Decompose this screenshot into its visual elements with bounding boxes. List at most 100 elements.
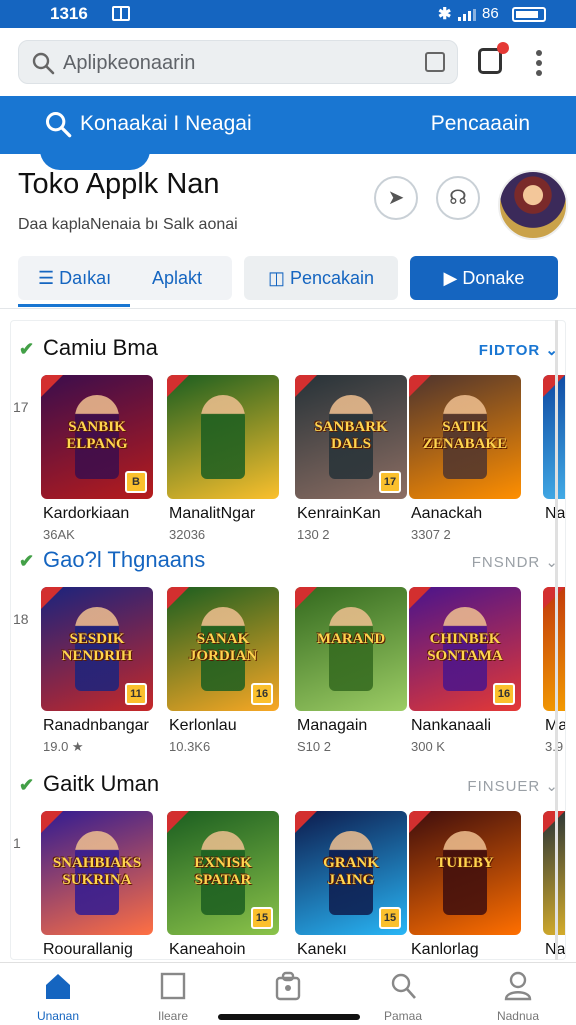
app-card[interactable]: GRANK JAING 15 Kanekı (295, 811, 407, 959)
app-thumbnail[interactable]: SANBARK DALS 17 (295, 375, 407, 499)
app-name: Roourallanig (43, 941, 133, 958)
app-card[interactable]: SESDIK NENDRIH 11 Ranadnbangar 19.0 ★ (41, 587, 153, 757)
app-card[interactable]: SATIK ZENABAKE Aanackah 3307 2 (409, 375, 521, 545)
nav-item-home[interactable]: Unanan (8, 963, 108, 1025)
tab-pencakain-label: Pencakain (289, 268, 375, 288)
page-subtitle: Daa kaplaNenaia bı Salk aonai (18, 216, 238, 233)
app-thumbnail[interactable]: SNAHBIAKS SUKRINA (41, 811, 153, 935)
nav-label: Nadnua (496, 1009, 540, 1023)
status-time: 1316 (50, 4, 88, 23)
thumbnail-title: EXNISK SPATAR (194, 855, 252, 888)
nav-item-profile[interactable]: Nadnua (468, 963, 568, 1025)
app-thumbnail[interactable]: SANBIK ELPANG B (41, 375, 153, 499)
app-thumbnail[interactable]: CHINBEK SONTAMA 16 (409, 587, 521, 711)
section-title: Gaitk Uman (43, 771, 160, 796)
top-bar: Aplipkeonaarin (0, 28, 576, 96)
play-icon: ▶ (443, 268, 463, 288)
app-card[interactable]: TUIEBY Kanlorlag (409, 811, 521, 959)
section-link-label: FINSUER (467, 778, 541, 795)
donate-label: Donake (462, 268, 525, 288)
check-icon: ✔ (19, 775, 35, 795)
nav-item-apps[interactable]: Ileare (123, 963, 223, 1025)
thumbnail-title: SANBARK DALS (314, 419, 388, 452)
section-see-all[interactable]: FINSUER ⌄ (467, 777, 559, 795)
app-name: Kanlorlag (411, 941, 479, 958)
more-menu-icon[interactable] (536, 50, 542, 76)
app-meta: 130 2 (297, 527, 330, 542)
home-icon (44, 971, 72, 1001)
app-thumbnail[interactable]: EXNISK SPATAR 15 (167, 811, 279, 935)
rating-badge: 16 (251, 683, 273, 705)
app-meta: 36AK (43, 527, 75, 542)
section-see-all[interactable]: FNSNDR ⌄ (472, 553, 559, 571)
ribbon (41, 587, 63, 609)
search-banner[interactable]: Konaakai I Neagai Pencaaain (0, 96, 576, 154)
thumbnail-title: SESDIK NENDRIH (61, 631, 133, 664)
nav-item-search[interactable]: Pamaa (353, 963, 453, 1025)
section: ✔ Gaitk Uman FINSUER ⌄ 1 SNAHBIAKS SUKRINA Ro… (11, 765, 565, 959)
rating-badge: B (125, 471, 147, 493)
notification-icon[interactable] (478, 42, 509, 74)
scrollbar[interactable] (555, 320, 558, 960)
window-icon: ◫ (267, 268, 290, 288)
signal-icon (458, 9, 476, 21)
app-card[interactable]: ManalitNgar 32036 (167, 375, 279, 545)
thumbnail-title: GRANK JAING (323, 855, 379, 888)
app-meta: 10.3K6 (169, 739, 211, 754)
active-tab-indicator (18, 304, 130, 307)
app-thumbnail[interactable]: GRANK JAING 15 (295, 811, 407, 935)
ribbon (409, 587, 431, 609)
app-card[interactable]: CHINBEK SONTAMA 16 Nankanaali 300 K (409, 587, 521, 757)
send-icon[interactable]: ➤ (374, 176, 418, 220)
banner-link[interactable]: Pencaaain (431, 112, 530, 136)
app-name: Kardorkiaan (43, 505, 130, 522)
app-thumbnail[interactable]: SATIK ZENABAKE (409, 375, 521, 499)
character-figure (201, 395, 245, 479)
avatar[interactable] (498, 170, 568, 240)
app-card[interactable]: EXNISK SPATAR 15 Kaneahoin (167, 811, 279, 959)
search-icon (32, 52, 55, 75)
section-title: Camiu Bma (43, 335, 158, 360)
section-see-all[interactable]: FIDTOR ⌄ (479, 341, 559, 359)
ribbon (167, 811, 189, 833)
app-card[interactable]: SANAK JORDIAN 16 Kerlonlau 10.3K6 (167, 587, 279, 757)
tab-daikai[interactable]: ☰ Daıkaı Aplakt (18, 256, 232, 300)
search-input[interactable]: Aplipkeonaarin (18, 40, 458, 84)
thumbnail-title: MARAND (316, 631, 386, 647)
app-card[interactable]: SNAHBIAKS SUKRINA Roourallanig (41, 811, 153, 959)
app-thumbnail[interactable] (167, 375, 279, 499)
rating-badge: 17 (379, 471, 401, 493)
rating-badge: 15 (251, 907, 273, 929)
donate-button[interactable]: ▶ Donake (410, 256, 558, 300)
app-card[interactable]: SANBARK DALS 17 KenrainKan 130 2 (295, 375, 407, 545)
profile-icon (504, 971, 532, 1001)
thumbnail-title: SNAHBIAKS SUKRINA (52, 855, 142, 888)
bag-icon (274, 971, 302, 1001)
section-link-label: FIDTOR (478, 342, 541, 359)
search-icon (389, 971, 417, 1001)
app-meta: S10 2 (297, 739, 331, 754)
app-thumbnail[interactable]: TUIEBY (409, 811, 521, 935)
ribbon (295, 375, 317, 397)
tab-aplakt-label[interactable]: Aplakt (152, 256, 202, 300)
thumbnail-title: SATIK ZENABAKE (422, 419, 508, 452)
app-name: Ranadnbangar (43, 717, 149, 734)
nav-label: Unanan (36, 1009, 80, 1023)
app-card[interactable]: SANBIK ELPANG B Kardorkiaan 36AK (41, 375, 153, 545)
ribbon (41, 375, 63, 397)
app-thumbnail[interactable]: MARAND (295, 587, 407, 711)
home-indicator[interactable] (218, 1014, 360, 1020)
ribbon (409, 375, 431, 397)
section-header: ✔ Gao?l Thgnaans FNSNDR ⌄ (19, 541, 559, 581)
app-name: Nankanaali (411, 717, 492, 734)
app-thumbnail[interactable]: SANAK JORDIAN 16 (167, 587, 279, 711)
ribbon (409, 811, 431, 833)
headset-icon[interactable]: ☊ (436, 176, 480, 220)
banner-decoration (40, 150, 150, 170)
app-thumbnail[interactable]: SESDIK NENDRIH 11 (41, 587, 153, 711)
bag-icon[interactable] (425, 52, 445, 72)
section: ✔ Gao?l Thgnaans FNSNDR ⌄ 18 SESDIK NENDRIH 1… (11, 541, 565, 754)
app-list[interactable]: ✔ Camiu Bma FIDTOR ⌄ 17 SANBIK ELPANG B Kardor… (10, 320, 566, 960)
app-card[interactable]: MARAND Managain S10 2 (295, 587, 407, 757)
tab-pencakain[interactable]: ◫ Pencakain (244, 256, 398, 300)
